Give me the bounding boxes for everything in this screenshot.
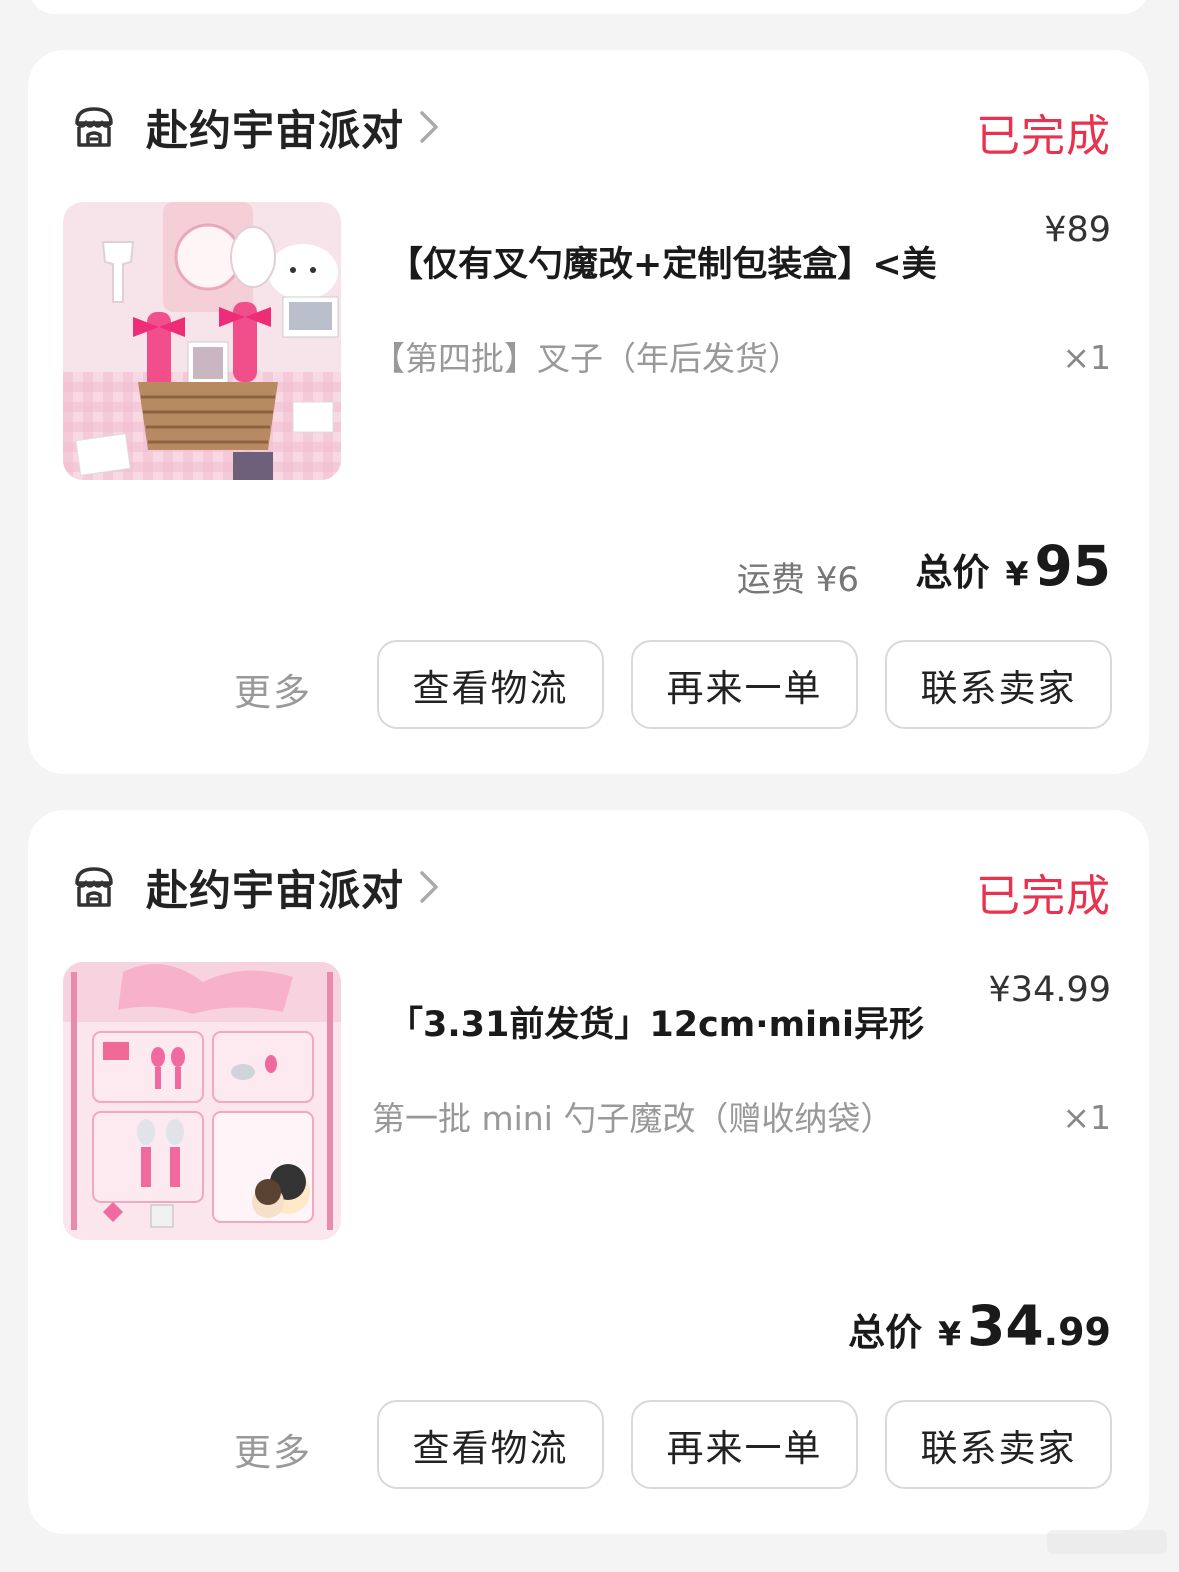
product-price: ¥34.99	[988, 970, 1111, 1010]
contact-seller-button[interactable]: 联系卖家	[885, 640, 1112, 729]
product-spec: 【第四批】叉子（年后发货）	[372, 339, 801, 378]
product-image[interactable]	[63, 962, 341, 1240]
contact-seller-button[interactable]: 联系卖家	[885, 1400, 1112, 1489]
product-spec: 第一批 mini 勺子魔改（赠收纳袋）	[372, 1099, 894, 1138]
order-status: 已完成	[976, 871, 1111, 922]
order-card[interactable]: 赴约宇宙派对 已完成	[28, 810, 1149, 1534]
store-icon	[75, 107, 113, 147]
total-label: 总价	[848, 1311, 923, 1354]
total-label: 总价	[915, 551, 990, 594]
total-currency: ¥	[938, 1314, 962, 1353]
order-total: 总价 ¥ 95	[915, 534, 1111, 598]
total-amount-decimal: .99	[1043, 1310, 1111, 1354]
chevron-right-icon	[420, 871, 438, 903]
more-button[interactable]: 更多	[234, 662, 312, 716]
watermark-logo	[1047, 1530, 1167, 1554]
total-amount-integer: 34	[967, 1294, 1044, 1358]
total-currency: ¥	[1005, 554, 1029, 593]
reorder-button[interactable]: 再来一单	[631, 640, 858, 729]
order-total: 总价 ¥ 34 .99	[848, 1294, 1111, 1358]
product-quantity: ×1	[1062, 338, 1111, 377]
product-image[interactable]	[63, 202, 341, 480]
product-price: ¥89	[1044, 210, 1111, 250]
view-logistics-button[interactable]: 查看物流	[377, 1400, 604, 1489]
store-icon	[75, 867, 113, 907]
shop-name[interactable]: 赴约宇宙派对	[146, 857, 404, 918]
view-logistics-button[interactable]: 查看物流	[377, 640, 604, 729]
shop-header[interactable]: 赴约宇宙派对	[68, 100, 440, 155]
shop-name[interactable]: 赴约宇宙派对	[146, 97, 404, 158]
product-title[interactable]: 【仅有叉勺魔改+定制包装盒】<美	[388, 236, 937, 287]
order-card[interactable]: 赴约宇宙派对 已完成	[28, 50, 1149, 774]
product-quantity: ×1	[1062, 1098, 1111, 1137]
total-amount-integer: 95	[1034, 534, 1111, 598]
more-button[interactable]: 更多	[234, 1422, 312, 1476]
product-title[interactable]: 「3.31前发货」12cm·mini异形	[388, 996, 924, 1047]
order-status: 已完成	[976, 111, 1111, 162]
shipping-fee: 运费 ¥6	[736, 560, 859, 600]
shop-header[interactable]: 赴约宇宙派对	[68, 860, 440, 915]
previous-order-card	[28, 0, 1149, 14]
reorder-button[interactable]: 再来一单	[631, 1400, 858, 1489]
chevron-right-icon	[420, 111, 438, 143]
